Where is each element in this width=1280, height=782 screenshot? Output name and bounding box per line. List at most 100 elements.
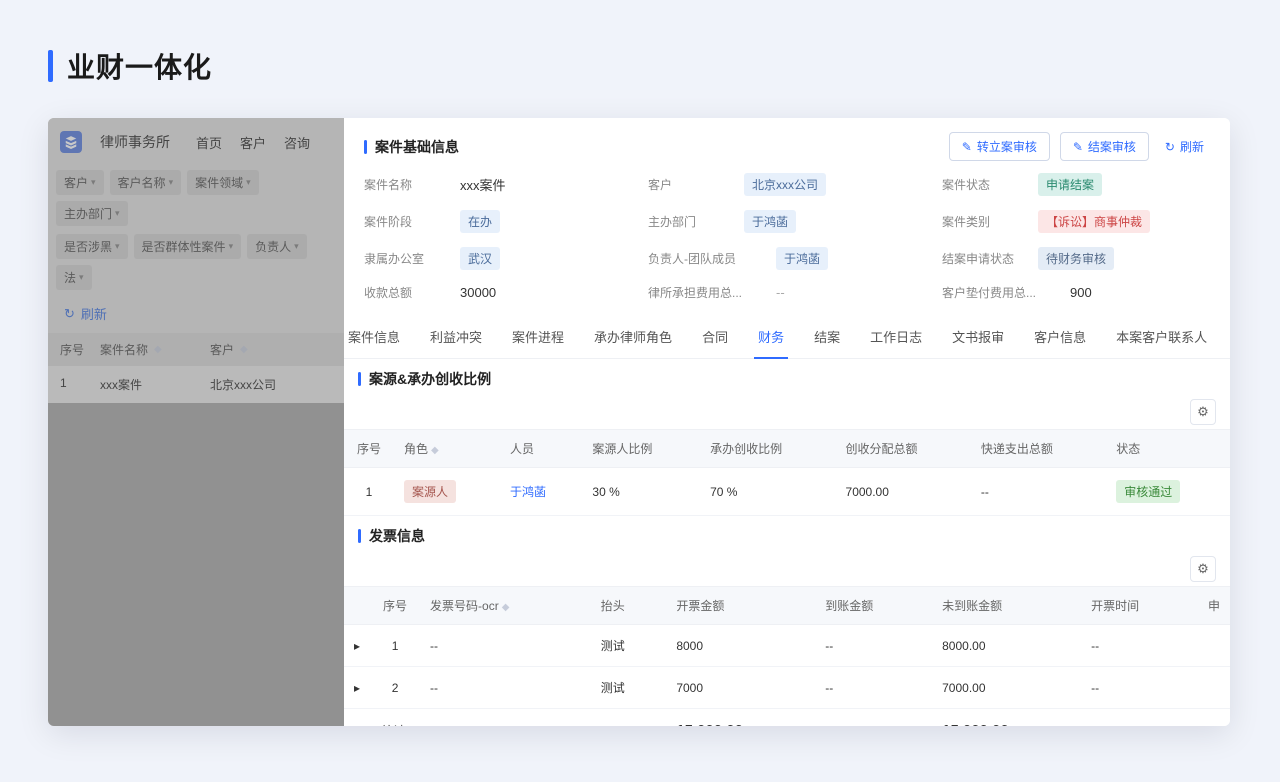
mini-table-row[interactable]: 1 xxx案件 北京xxx公司 bbox=[48, 366, 344, 403]
section-title-basic: 案件基础信息 bbox=[364, 137, 459, 157]
gear-icon: ⚙ bbox=[1197, 561, 1209, 577]
val-close-status: 待财务审核 bbox=[1038, 247, 1114, 270]
invoice-row[interactable]: ▸ 1 -- 测试 8000 -- 8000.00 -- bbox=[344, 625, 1230, 667]
expand-caret-icon[interactable]: ▸ bbox=[344, 667, 370, 709]
inv-cell-invno: -- bbox=[420, 667, 591, 709]
mini-row-name: xxx案件 bbox=[100, 376, 210, 393]
filter-owner[interactable]: 负责人 bbox=[247, 234, 307, 259]
refresh-icon: ↻ bbox=[64, 306, 75, 322]
tab-customer-info[interactable]: 客户信息 bbox=[1030, 315, 1090, 358]
label-case-name: 案件名称 bbox=[364, 176, 442, 193]
inv-th-received: 到账金额 bbox=[815, 587, 932, 625]
filter-customer-name[interactable]: 客户名称 bbox=[110, 170, 182, 195]
ratio-row[interactable]: 1 案源人 于鸿菡 30 % 70 % 7000.00 -- 审核通过 bbox=[344, 468, 1230, 516]
invoice-row[interactable]: ▸ 2 -- 测试 7000 -- 7000.00 -- bbox=[344, 667, 1230, 709]
inv-cell-received: -- bbox=[815, 625, 932, 667]
filter-group-case[interactable]: 是否群体性案件 bbox=[134, 234, 242, 259]
left-panel: 律师事务所 首页 客户 咨询 客户 客户名称 案件领域 主办部门 是否涉黑 是否… bbox=[48, 118, 344, 726]
val-stage: 在办 bbox=[460, 210, 500, 233]
inv-th-apply: 申 bbox=[1198, 587, 1230, 625]
val-owner[interactable]: 于鸿菡 bbox=[776, 247, 828, 270]
tab-closed[interactable]: 结案 bbox=[810, 315, 844, 358]
inv-total-received: -- bbox=[815, 709, 932, 727]
sort-icon: ◆ bbox=[431, 445, 439, 456]
transfer-review-button[interactable]: ✎ 转立案审核 bbox=[949, 132, 1050, 161]
inv-th-seq: 序号 bbox=[370, 587, 420, 625]
close-review-button[interactable]: ✎ 结案审核 bbox=[1060, 132, 1149, 161]
ratio-th-person: 人员 bbox=[500, 430, 582, 468]
ratio-cell-person[interactable]: 于鸿菡 bbox=[510, 485, 546, 499]
label-close-status: 结案申请状态 bbox=[942, 250, 1020, 267]
ratio-cell-status: 审核通过 bbox=[1116, 480, 1180, 503]
close-review-label: 结案审核 bbox=[1088, 138, 1136, 155]
label-owner: 负责人-团队成员 bbox=[648, 250, 758, 267]
filter-shehei[interactable]: 是否涉黑 bbox=[56, 234, 128, 259]
inv-total-unreceived: 15,000.00 bbox=[932, 709, 1081, 727]
expand-caret-icon[interactable]: ▸ bbox=[344, 625, 370, 667]
val-dept[interactable]: 于鸿菡 bbox=[744, 210, 796, 233]
transfer-review-label: 转立案审核 bbox=[977, 138, 1037, 155]
nav-home[interactable]: 首页 bbox=[196, 133, 222, 152]
pencil-icon: ✎ bbox=[1073, 140, 1083, 154]
detail-refresh-button[interactable]: ↻ 刷新 bbox=[1159, 133, 1210, 160]
sort-icon: ◆ bbox=[502, 602, 510, 613]
ratio-th-src: 案源人比例 bbox=[582, 430, 700, 468]
tab-contacts[interactable]: 本案客户联系人 bbox=[1112, 315, 1211, 358]
val-customer[interactable]: 北京xxx公司 bbox=[744, 173, 826, 196]
left-refresh[interactable]: ↻ 刷新 bbox=[48, 294, 344, 333]
ratio-settings-button[interactable]: ⚙ bbox=[1190, 399, 1216, 425]
ratio-cell-role: 案源人 bbox=[404, 480, 456, 503]
inv-total-amount: 15,000.00 bbox=[666, 709, 815, 727]
brand-name: 律师事务所 bbox=[100, 132, 170, 152]
right-panel: 案件基础信息 ✎ 转立案审核 ✎ 结案审核 ↻ 刷新 bbox=[344, 118, 1230, 726]
label-stage: 案件阶段 bbox=[364, 213, 442, 230]
label-status: 案件状态 bbox=[942, 176, 1020, 193]
inv-cell-seq: 2 bbox=[370, 667, 420, 709]
ratio-th-seq: 序号 bbox=[344, 430, 394, 468]
val-firm-fee: -- bbox=[776, 285, 785, 300]
mini-th-cust[interactable]: 客户◆ bbox=[210, 341, 332, 358]
inv-cell-invno: -- bbox=[420, 625, 591, 667]
left-refresh-label: 刷新 bbox=[81, 304, 107, 323]
ratio-th-alloc: 创收分配总额 bbox=[836, 430, 971, 468]
inv-th-title: 抬头 bbox=[591, 587, 667, 625]
mini-th-name[interactable]: 案件名称◆ bbox=[100, 341, 210, 358]
label-category: 案件类别 bbox=[942, 213, 1020, 230]
mini-th-seq: 序号 bbox=[60, 341, 100, 358]
val-total-recv: 30000 bbox=[460, 285, 496, 300]
filter-customer[interactable]: 客户 bbox=[56, 170, 104, 195]
inv-cell-seq: 1 bbox=[370, 625, 420, 667]
label-total-recv: 收款总额 bbox=[364, 284, 442, 301]
tabs-row: 案件信息 利益冲突 案件进程 承办律师角色 合同 财务 结案 工作日志 文书报审… bbox=[344, 315, 1230, 359]
tab-doc-review[interactable]: 文书报审 bbox=[948, 315, 1008, 358]
invoice-table: 序号 发票号码-ocr◆ 抬头 开票金额 到账金额 未到账金额 开票时间 申 ▸… bbox=[344, 586, 1230, 726]
tab-lawyer-role[interactable]: 承办律师角色 bbox=[590, 315, 676, 358]
val-status: 申请结案 bbox=[1038, 173, 1102, 196]
nav-consult[interactable]: 咨询 bbox=[284, 133, 310, 152]
ratio-th-role[interactable]: 角色◆ bbox=[394, 430, 500, 468]
mini-row-seq: 1 bbox=[60, 376, 100, 393]
filter-case-domain[interactable]: 案件领域 bbox=[187, 170, 259, 195]
ratio-cell-alloc: 7000.00 bbox=[836, 468, 971, 516]
inv-cell-received: -- bbox=[815, 667, 932, 709]
ratio-cell-src: 30 % bbox=[582, 468, 700, 516]
inv-cell-unreceived: 7000.00 bbox=[932, 667, 1081, 709]
label-office: 隶属办公室 bbox=[364, 250, 442, 267]
label-customer: 客户 bbox=[648, 176, 726, 193]
label-dept: 主办部门 bbox=[648, 213, 726, 230]
filter-law[interactable]: 法 bbox=[56, 265, 92, 290]
filter-dept[interactable]: 主办部门 bbox=[56, 201, 128, 226]
tab-case-info[interactable]: 案件信息 bbox=[344, 315, 404, 358]
tab-finance[interactable]: 财务 bbox=[754, 315, 788, 358]
page-title: 业财一体化 bbox=[67, 46, 212, 86]
invoice-settings-button[interactable]: ⚙ bbox=[1190, 556, 1216, 582]
nav-customer[interactable]: 客户 bbox=[240, 133, 266, 152]
tab-progress[interactable]: 案件进程 bbox=[508, 315, 568, 358]
tab-contract[interactable]: 合同 bbox=[698, 315, 732, 358]
inv-cell-title: 测试 bbox=[591, 625, 667, 667]
inv-total-label: 总计： bbox=[380, 724, 419, 726]
tab-conflict[interactable]: 利益冲突 bbox=[426, 315, 486, 358]
inv-th-invno[interactable]: 发票号码-ocr◆ bbox=[420, 587, 591, 625]
tab-worklog[interactable]: 工作日志 bbox=[866, 315, 926, 358]
pencil-icon: ✎ bbox=[962, 140, 972, 154]
